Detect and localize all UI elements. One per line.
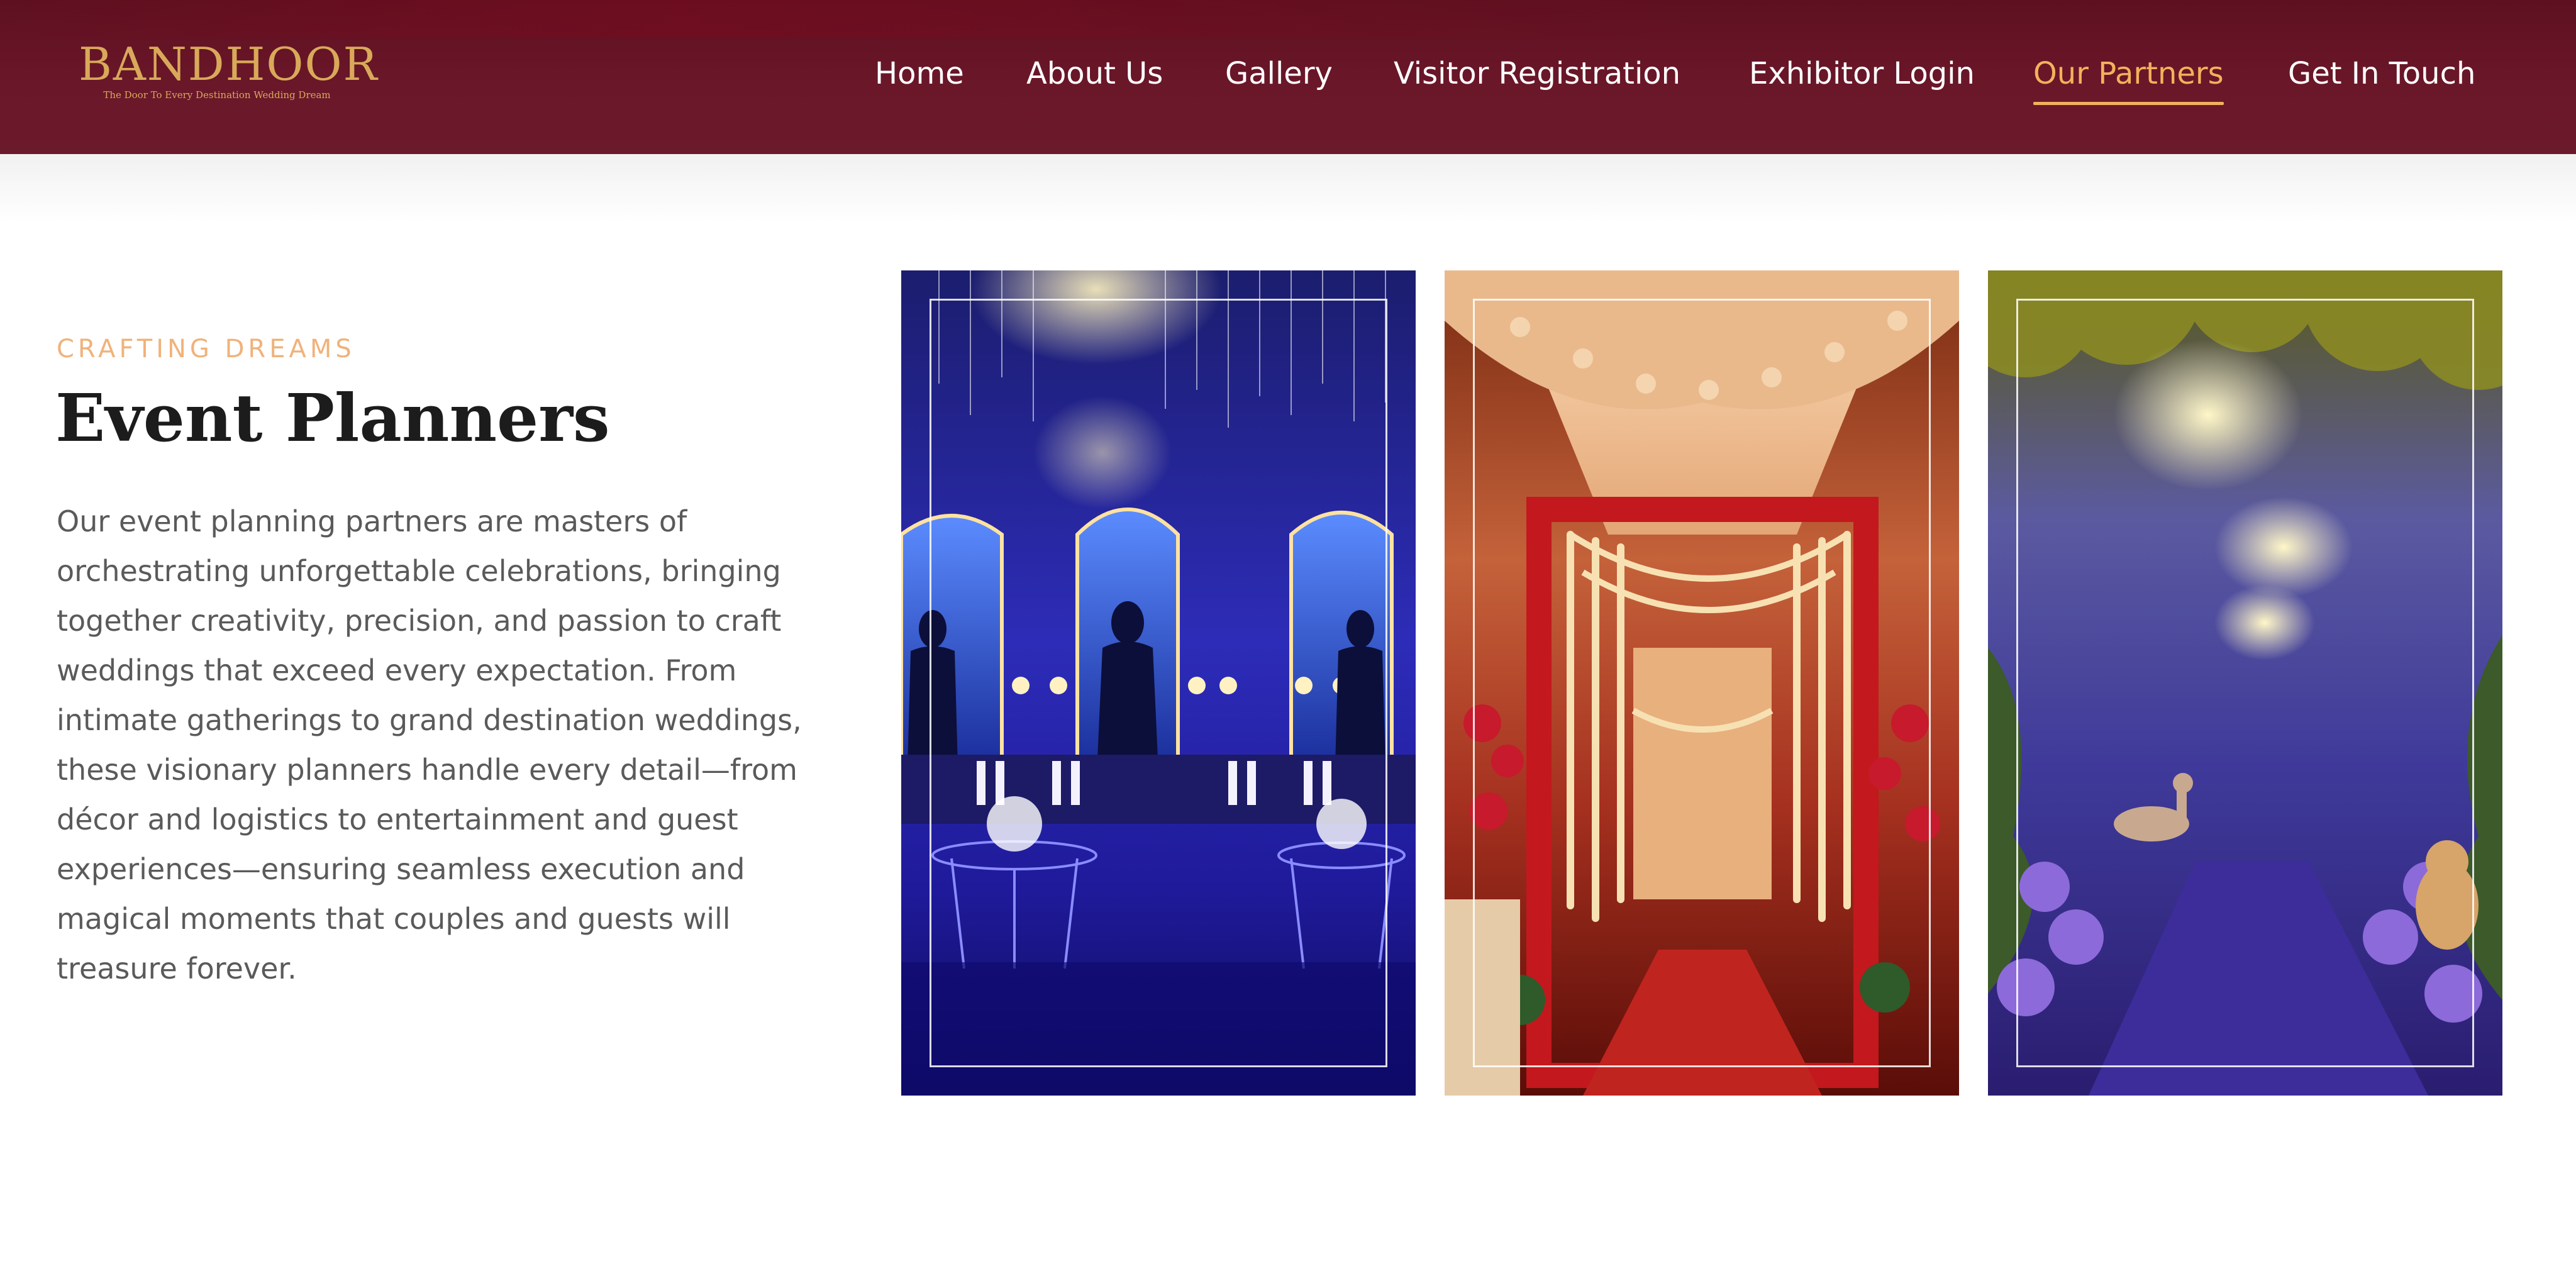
section-title: Event Planners — [55, 379, 610, 457]
active-nav-underline — [2033, 102, 2224, 105]
header-glow — [0, 0, 1698, 38]
site-header: BANDHOOR The Door To Every Destination W… — [0, 0, 2576, 154]
nav-item-get-in-touch[interactable]: Get In Touch — [2288, 52, 2475, 102]
photo-marigold-corridor[interactable] — [1445, 270, 1959, 1096]
photo-frame — [930, 299, 1387, 1067]
nav-item-our-partners[interactable]: Our Partners — [2033, 52, 2224, 105]
nav-item-exhibitor-login[interactable]: Exhibitor Login — [1749, 52, 1975, 102]
header-shadow — [0, 154, 2576, 223]
section-eyebrow: CRAFTING DREAMS — [57, 335, 355, 364]
nav-item-our-partners-label: Our Partners — [2033, 56, 2224, 91]
brand-tagline: The Door To Every Destination Wedding Dr… — [103, 89, 331, 101]
photo-frame — [2016, 299, 2474, 1067]
photo-blue-arches[interactable] — [901, 270, 1416, 1096]
nav-item-about-us[interactable]: About Us — [1026, 52, 1163, 102]
photo-frame — [1473, 299, 1931, 1067]
brand-name: BANDHOOR — [79, 38, 379, 91]
nav-item-gallery[interactable]: Gallery — [1225, 52, 1333, 102]
nav-item-visitor-registration[interactable]: Visitor Registration — [1394, 52, 1680, 102]
nav-item-home[interactable]: Home — [875, 52, 964, 102]
brand-logo[interactable]: BANDHOOR The Door To Every Destination W… — [79, 38, 379, 108]
photo-floral-forest-walkway[interactable] — [1988, 270, 2502, 1096]
section-description: Our event planning partners are masters … — [57, 504, 802, 985]
